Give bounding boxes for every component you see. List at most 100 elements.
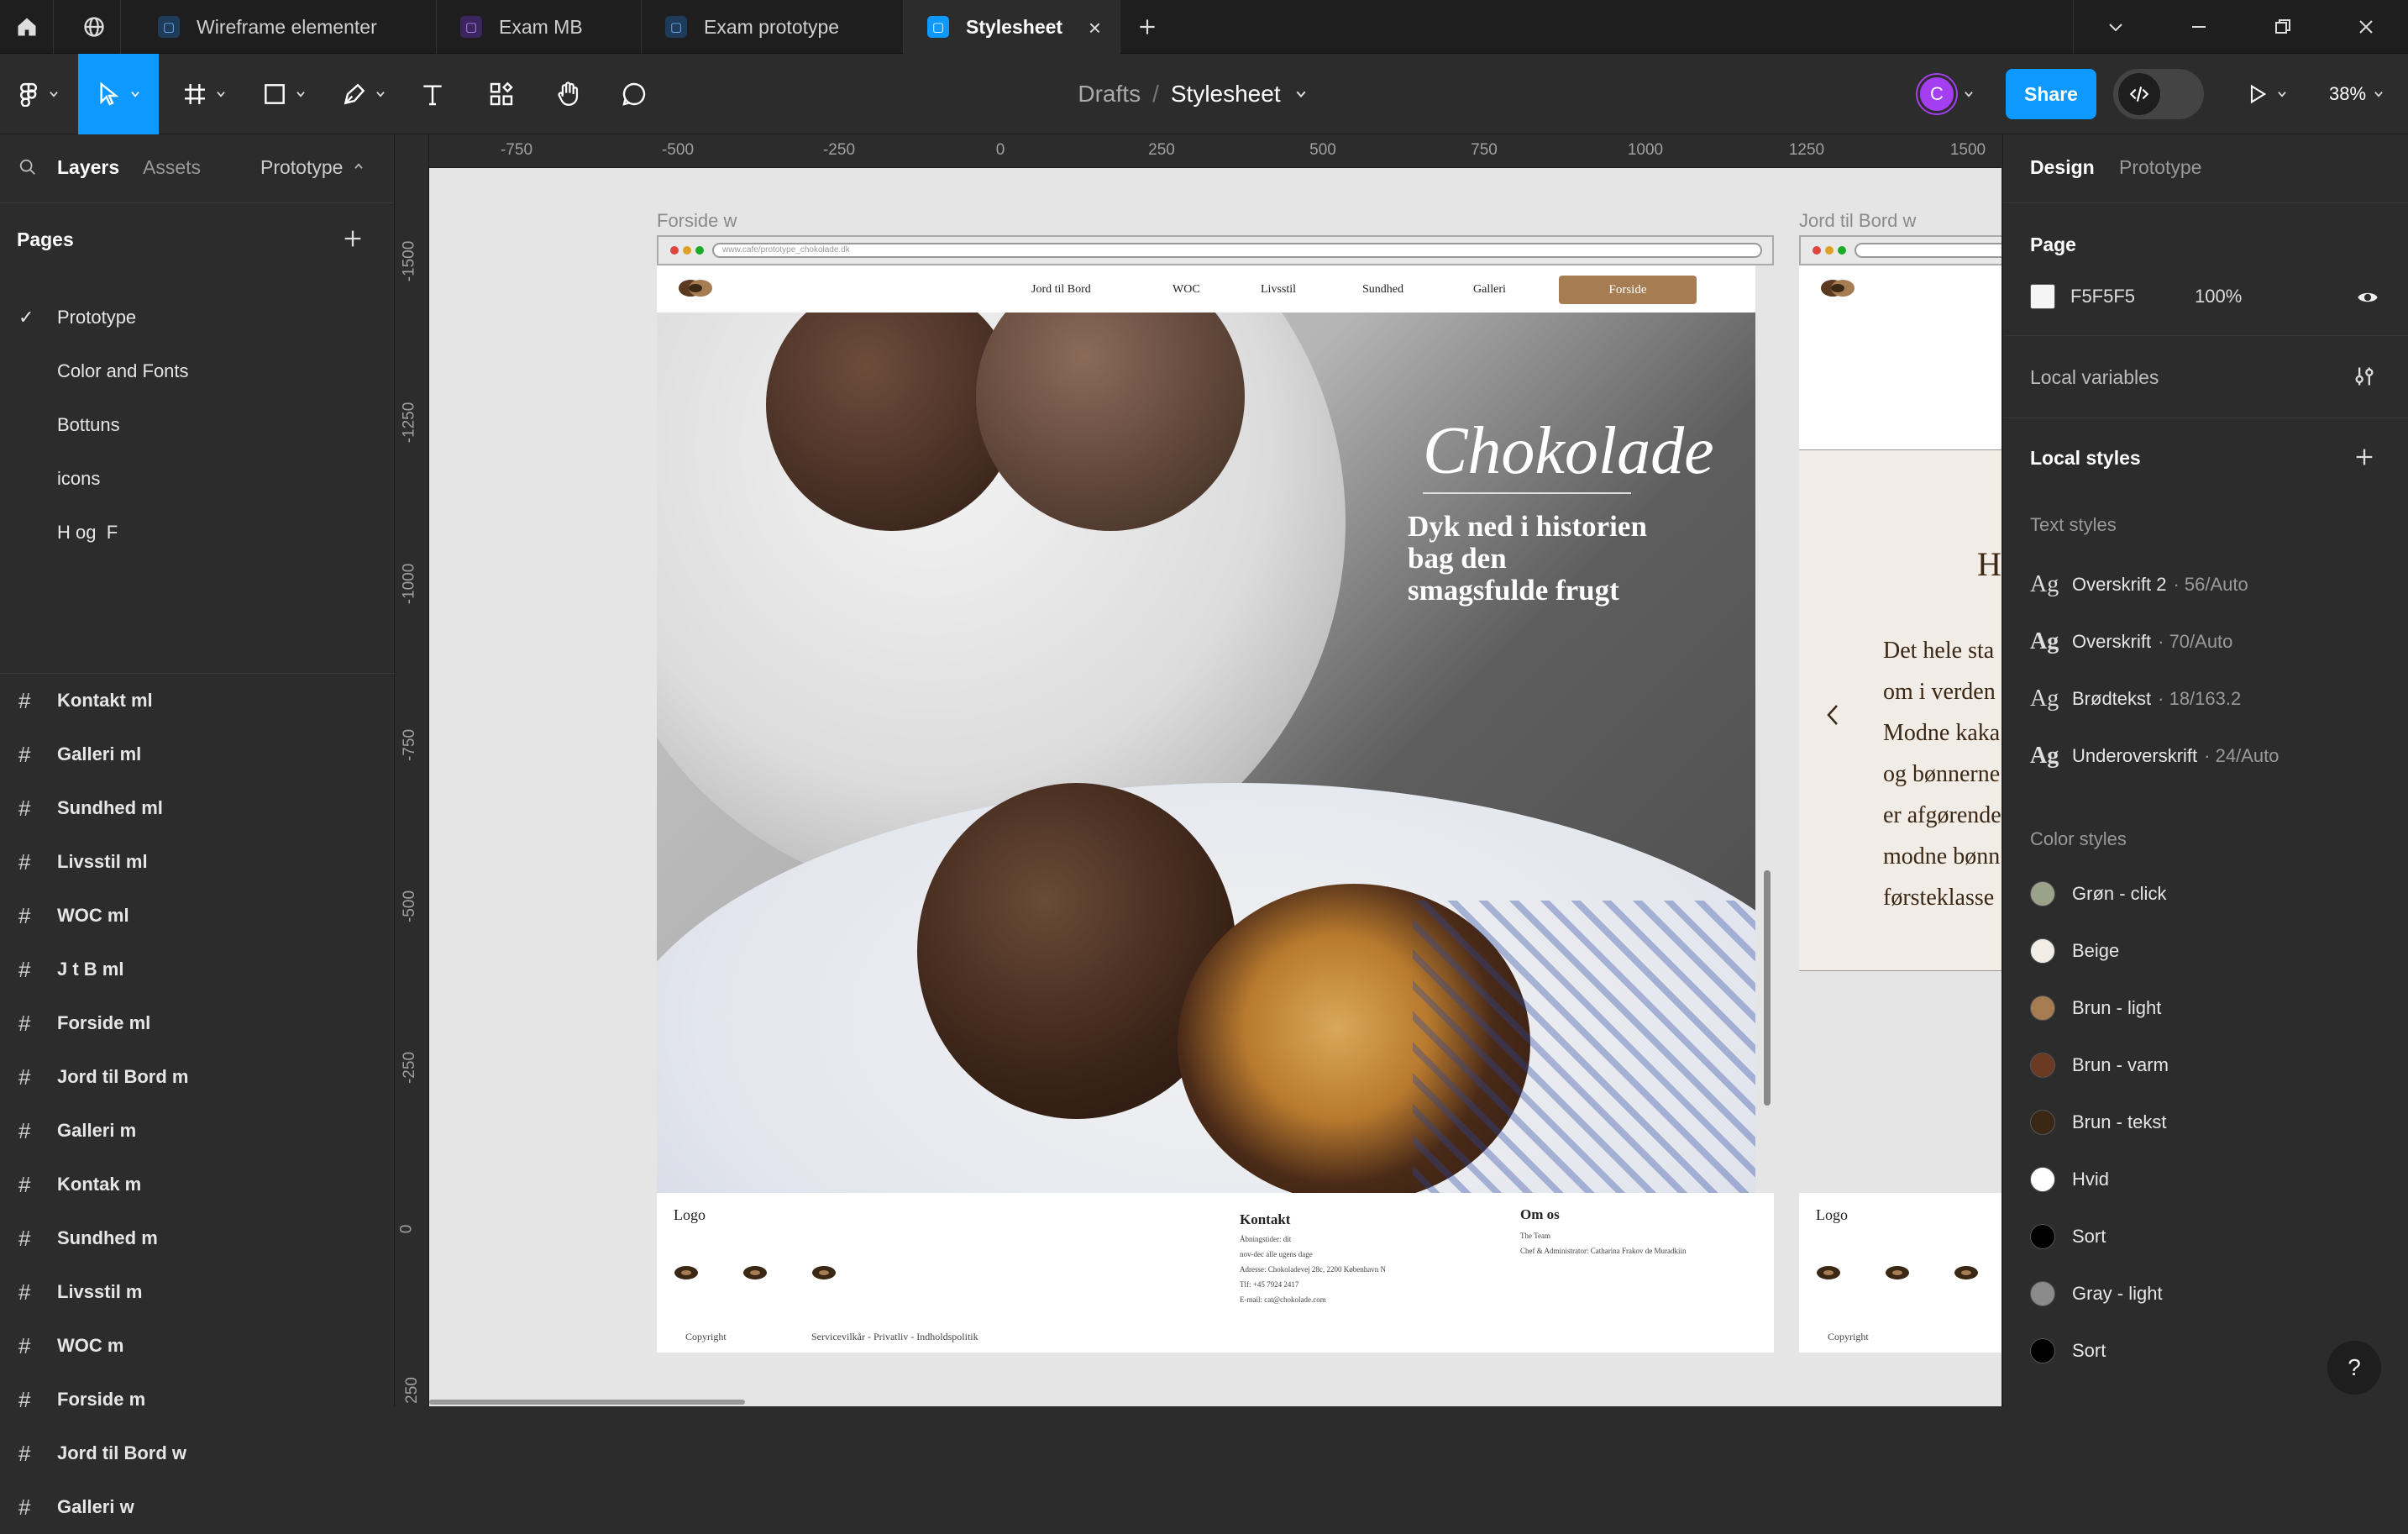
layer-frame-item[interactable]: # Kontak m [0, 1158, 395, 1211]
color-style-item[interactable]: Brun - tekst [2030, 1106, 2166, 1139]
resources-button[interactable] [479, 54, 524, 134]
page-color-hex-input[interactable]: F5F5F5 [2070, 286, 2135, 307]
layer-frame-item[interactable]: # Kontakt ml [0, 674, 395, 728]
page-color-swatch[interactable] [2030, 284, 2055, 309]
close-tab-icon[interactable]: × [1089, 15, 1101, 41]
hand-tool-button[interactable] [546, 54, 591, 134]
new-tab-plus-icon[interactable] [1120, 0, 1174, 54]
page-item-icons[interactable]: icons [0, 452, 395, 506]
social-bean-icon[interactable] [811, 1265, 837, 1280]
social-bean-icon[interactable] [674, 1265, 699, 1280]
vertical-scrollbar[interactable] [1762, 168, 1772, 1406]
page-item-prototype[interactable]: ✓ Prototype [0, 291, 395, 344]
chevron-up-icon[interactable] [353, 160, 365, 172]
tab-layers[interactable]: Layers [57, 156, 119, 179]
color-style-item[interactable]: Sort [2030, 1220, 2106, 1253]
layer-frame-item[interactable]: # Galleri w [0, 1480, 395, 1534]
color-style-item[interactable]: Hvid [2030, 1163, 2109, 1196]
nav-livsstil[interactable]: Livsstil [1261, 283, 1296, 297]
layer-frame-item[interactable]: # Livsstil m [0, 1265, 395, 1319]
community-globe-icon[interactable] [67, 0, 121, 54]
layer-frame-item[interactable]: # Sundhed ml [0, 781, 395, 835]
color-style-item[interactable]: Beige [2030, 934, 2119, 968]
page-item-bottuns[interactable]: Bottuns [0, 398, 395, 452]
layer-frame-item[interactable]: # Livsstil ml [0, 835, 395, 889]
page-item-h-og-f[interactable]: H og F [0, 506, 395, 559]
social-bean-icon[interactable] [1954, 1265, 1979, 1280]
eye-visibility-icon[interactable] [2356, 286, 2379, 309]
comment-tool-button[interactable] [611, 54, 657, 134]
frame-tool-button[interactable] [171, 54, 238, 134]
share-button[interactable]: Share [2006, 69, 2096, 119]
social-bean-icon[interactable] [1885, 1265, 1910, 1280]
nav-sundhed[interactable]: Sundhed [1362, 283, 1403, 297]
nav-woc[interactable]: WOC [1173, 283, 1200, 297]
add-style-plus-icon[interactable] [2353, 445, 2376, 469]
nav-galleri[interactable]: Galleri [1473, 283, 1506, 297]
text-style-item[interactable]: Ag Overskrift · 70/Auto [2030, 625, 2232, 659]
text-style-item[interactable]: Ag Brødtekst · 18/163.2 [2030, 682, 2241, 716]
nav-jord-til-bord[interactable]: Jord til Bord [1031, 283, 1091, 297]
tab-wireframe-elementer[interactable]: ▢ Wireframe elementer [134, 0, 437, 54]
page-opacity-input[interactable]: 100% [2195, 286, 2242, 307]
chevron-left-icon[interactable] [1824, 702, 1841, 728]
tab-assets[interactable]: Assets [143, 156, 201, 179]
restore-window-icon[interactable] [2241, 0, 2325, 54]
layer-frame-item[interactable]: # WOC m [0, 1319, 395, 1373]
layer-frame-item[interactable]: # Galleri m [0, 1104, 395, 1158]
canvas[interactable]: -750 -500 -250 0 250 500 750 1000 1250 1… [396, 134, 2001, 1406]
dev-mode-toggle[interactable] [2113, 69, 2204, 119]
frame-label-forside-w[interactable]: Forside w [657, 210, 737, 232]
present-button[interactable] [2237, 54, 2296, 134]
color-style-item[interactable]: Grøn - click [2030, 877, 2166, 911]
layer-frame-item[interactable]: # Jord til Bord w [0, 1426, 395, 1480]
page-item-color-and-fonts[interactable]: Color and Fonts [0, 344, 395, 398]
tab-exam-mb[interactable]: ▢ Exam MB [437, 0, 642, 54]
horizontal-scroll-thumb[interactable] [429, 1400, 745, 1405]
frame-forside-w[interactable]: www.cafe/prototype_chokolade.dk Jord til… [657, 235, 1774, 1406]
text-style-item[interactable]: Ag Underoverskrift · 24/Auto [2030, 739, 2279, 773]
frame-jord-til-bord-w[interactable]: H Det hele sta om i verden Modne kaka og… [1799, 235, 2001, 1406]
tab-prototype[interactable]: Prototype [2119, 156, 2201, 179]
text-tool-button[interactable] [412, 54, 454, 134]
layer-frame-item[interactable]: # Sundhed m [0, 1211, 395, 1265]
page-selector-prototype[interactable]: Prototype [260, 156, 343, 179]
file-name[interactable]: Stylesheet [1171, 81, 1281, 108]
layer-frame-item[interactable]: # Jord til Bord m [0, 1050, 395, 1104]
shape-tool-button[interactable] [250, 54, 317, 134]
color-style-item[interactable]: Brun - varm [2030, 1048, 2169, 1082]
help-button[interactable]: ? [2327, 1341, 2381, 1395]
layer-frame-item[interactable]: # WOC ml [0, 889, 395, 943]
layer-frame-item[interactable]: # Galleri ml [0, 728, 395, 781]
move-tool-button[interactable] [78, 54, 159, 134]
layer-frame-item[interactable]: # J t B ml [0, 943, 395, 996]
avatar-menu[interactable]: C [1908, 54, 1984, 134]
social-bean-icon[interactable] [1816, 1265, 1841, 1280]
zoom-menu[interactable]: 38% [2315, 54, 2399, 134]
main-menu-button[interactable] [8, 54, 67, 134]
color-style-item[interactable]: Brun - light [2030, 991, 2161, 1025]
breadcrumb-drafts[interactable]: Drafts [1078, 81, 1141, 108]
color-style-item[interactable]: Gray - light [2030, 1277, 2163, 1311]
color-style-item[interactable]: Sort [2030, 1334, 2106, 1368]
tab-exam-prototype[interactable]: ▢ Exam prototype [642, 0, 904, 54]
nav-forside-button[interactable]: Forside [1559, 276, 1697, 304]
tabs-dropdown-chevron-icon[interactable] [2073, 0, 2157, 54]
text-style-item[interactable]: Ag Overskrift 2 · 56/Auto [2030, 568, 2248, 602]
add-page-plus-icon[interactable] [341, 227, 365, 250]
layer-frame-item[interactable]: # Forside ml [0, 996, 395, 1050]
pen-tool-button[interactable] [330, 54, 397, 134]
home-icon[interactable] [0, 0, 54, 54]
close-window-icon[interactable] [2324, 0, 2408, 54]
local-variables-label[interactable]: Local variables [2030, 366, 2159, 389]
frame-label-jord-til-bord-w[interactable]: Jord til Bord w [1799, 210, 1916, 232]
layer-frame-item[interactable]: # Forside m [0, 1373, 395, 1426]
vertical-scroll-thumb[interactable] [1764, 870, 1771, 1106]
chevron-down-icon[interactable] [1294, 87, 1308, 101]
tab-design[interactable]: Design [2030, 156, 2095, 179]
social-bean-icon[interactable] [742, 1265, 768, 1280]
footer-links[interactable]: Servicevilkår - Privatliv - Indholdspoli… [811, 1331, 978, 1343]
search-icon[interactable] [18, 158, 37, 176]
variables-sliders-icon[interactable] [2353, 365, 2376, 388]
tab-stylesheet[interactable]: ▢ Stylesheet × [904, 0, 1120, 54]
